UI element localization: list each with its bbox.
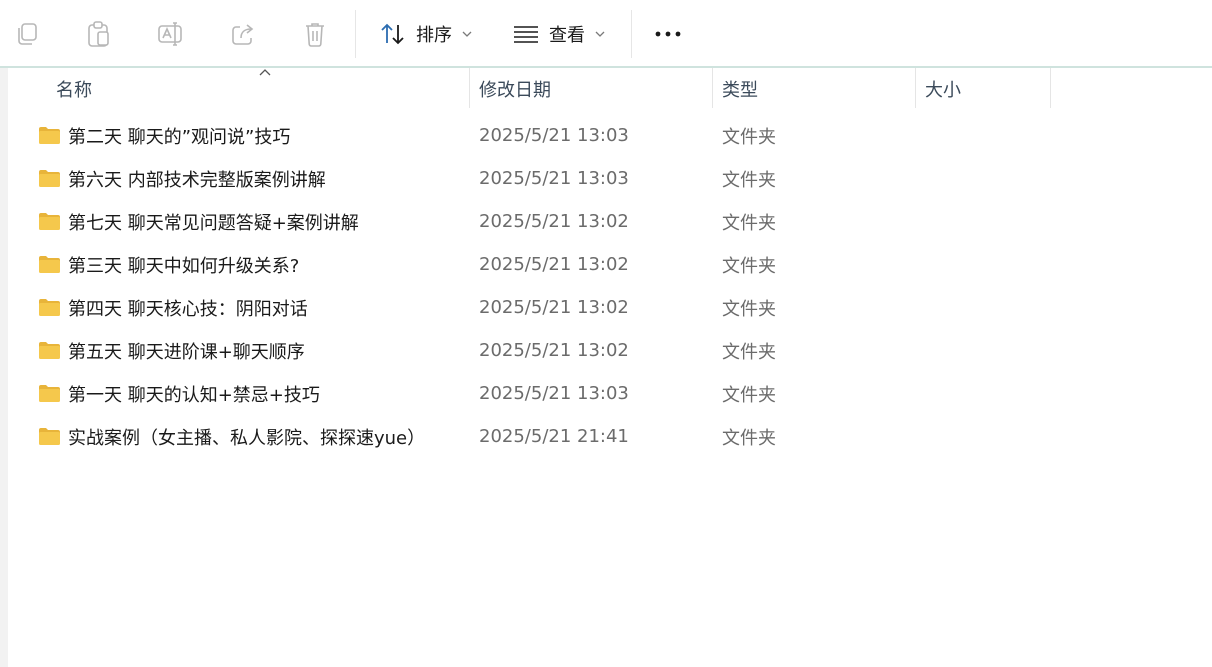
rename-icon[interactable] <box>154 17 188 51</box>
folder-icon <box>39 428 60 445</box>
header-type[interactable]: 类型 <box>722 68 912 110</box>
folder-icon <box>39 127 60 144</box>
file-date: 2025/5/21 13:03 <box>479 383 629 404</box>
file-name: 第七天 聊天常见问题答疑+案例讲解 <box>68 212 359 234</box>
chevron-down-icon <box>462 31 472 37</box>
file-name: 第一天 聊天的认知+禁忌+技巧 <box>68 384 320 406</box>
file-name: 第五天 聊天进阶课+聊天顺序 <box>68 341 305 363</box>
folder-icon <box>39 213 60 230</box>
header-name[interactable]: 名称 <box>56 68 468 110</box>
file-date: 2025/5/21 13:03 <box>479 125 629 146</box>
copy-icon[interactable] <box>10 17 44 51</box>
chevron-down-icon <box>595 31 605 37</box>
file-name: 第二天 聊天的”观问说”技巧 <box>68 126 291 148</box>
file-name: 第三天 聊天中如何升级关系? <box>68 255 300 277</box>
file-date: 2025/5/21 13:02 <box>479 340 629 361</box>
file-date: 2025/5/21 13:02 <box>479 297 629 318</box>
file-type: 文件夹 <box>722 427 776 449</box>
file-type: 文件夹 <box>722 126 776 148</box>
file-row[interactable]: 第五天 聊天进阶课+聊天顺序 2025/5/21 13:02 文件夹 <box>8 329 1212 372</box>
file-row[interactable]: 第七天 聊天常见问题答疑+案例讲解 2025/5/21 13:02 文件夹 <box>8 200 1212 243</box>
file-row[interactable]: 实战案例（女主播、私人影院、探探速yue） 2025/5/21 21:41 文件… <box>8 415 1212 458</box>
navigation-pane-edge <box>0 68 8 667</box>
file-type: 文件夹 <box>722 212 776 234</box>
header-date-modified[interactable]: 修改日期 <box>479 68 709 110</box>
file-name: 第四天 聊天核心技：阴阳对话 <box>68 298 308 320</box>
file-name: 第六天 内部技术完整版案例讲解 <box>68 169 326 191</box>
folder-icon <box>39 299 60 316</box>
file-date: 2025/5/21 13:03 <box>479 168 629 189</box>
file-type: 文件夹 <box>722 384 776 406</box>
file-type: 文件夹 <box>722 298 776 320</box>
file-row[interactable]: 第一天 聊天的认知+禁忌+技巧 2025/5/21 13:03 文件夹 <box>8 372 1212 415</box>
file-row[interactable]: 第三天 聊天中如何升级关系? 2025/5/21 13:02 文件夹 <box>8 243 1212 286</box>
header-size[interactable]: 大小 <box>925 68 1045 110</box>
file-name: 实战案例（女主播、私人影院、探探速yue） <box>68 427 426 449</box>
share-icon[interactable] <box>226 17 260 51</box>
folder-icon <box>39 256 60 273</box>
column-divider[interactable] <box>915 68 916 108</box>
toolbar-separator <box>355 10 356 58</box>
file-type: 文件夹 <box>722 255 776 277</box>
column-header: 名称 修改日期 类型 大小 <box>8 68 1212 110</box>
folder-icon <box>39 342 60 359</box>
file-type: 文件夹 <box>722 169 776 191</box>
file-list: 第二天 聊天的”观问说”技巧 2025/5/21 13:03 文件夹 第六天 内… <box>8 114 1212 458</box>
delete-icon[interactable] <box>298 17 332 51</box>
sort-label: 排序 <box>416 25 452 46</box>
file-date: 2025/5/21 13:02 <box>479 211 629 232</box>
command-bar: 排序 查看 <box>0 0 1212 66</box>
folder-icon <box>39 385 60 402</box>
file-date: 2025/5/21 21:41 <box>479 426 629 447</box>
more-options-icon[interactable] <box>650 17 686 51</box>
paste-icon[interactable] <box>82 17 116 51</box>
folder-icon <box>39 170 60 187</box>
file-row[interactable]: 第六天 内部技术完整版案例讲解 2025/5/21 13:03 文件夹 <box>8 157 1212 200</box>
file-type: 文件夹 <box>722 341 776 363</box>
column-divider[interactable] <box>1050 68 1051 108</box>
sort-icon <box>381 23 404 45</box>
column-divider[interactable] <box>712 68 713 108</box>
file-row[interactable]: 第二天 聊天的”观问说”技巧 2025/5/21 13:03 文件夹 <box>8 114 1212 157</box>
view-label: 查看 <box>549 25 585 46</box>
view-button[interactable]: 查看 <box>513 17 605 51</box>
toolbar-separator <box>631 10 632 58</box>
view-list-icon <box>514 26 538 43</box>
file-date: 2025/5/21 13:02 <box>479 254 629 275</box>
sort-button[interactable]: 排序 <box>380 17 472 51</box>
column-divider[interactable] <box>469 68 470 108</box>
file-row[interactable]: 第四天 聊天核心技：阴阳对话 2025/5/21 13:02 文件夹 <box>8 286 1212 329</box>
